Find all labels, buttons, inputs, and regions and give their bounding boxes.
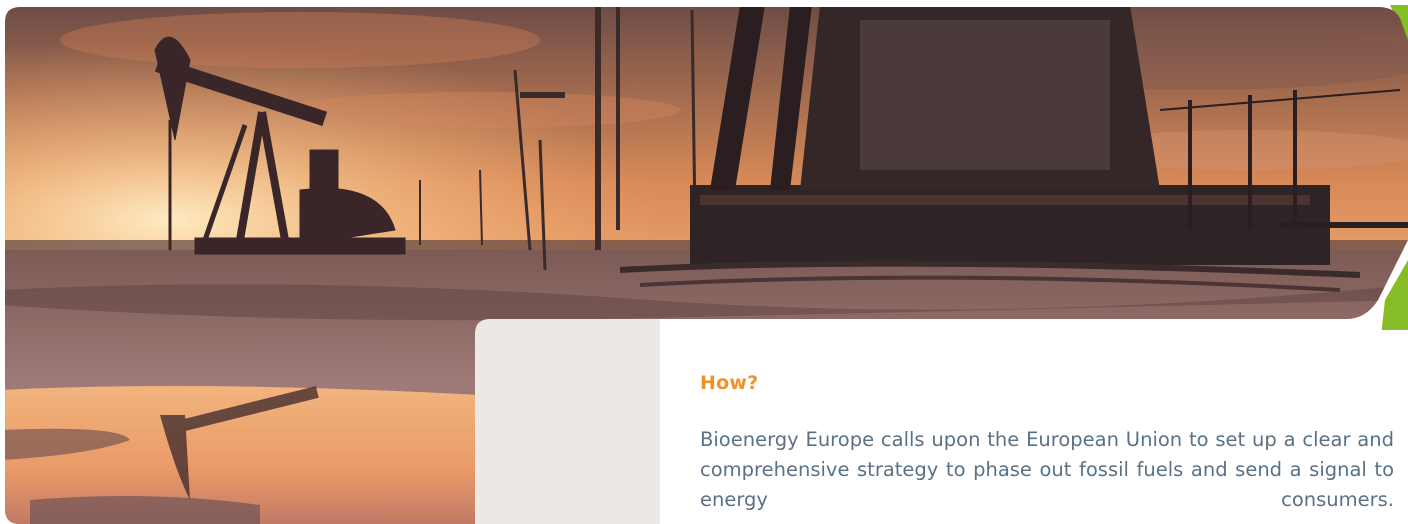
section-heading: How? <box>700 372 759 394</box>
caption-card <box>475 319 660 524</box>
section-body-text: Bioenergy Europe calls upon the European… <box>700 428 1394 511</box>
